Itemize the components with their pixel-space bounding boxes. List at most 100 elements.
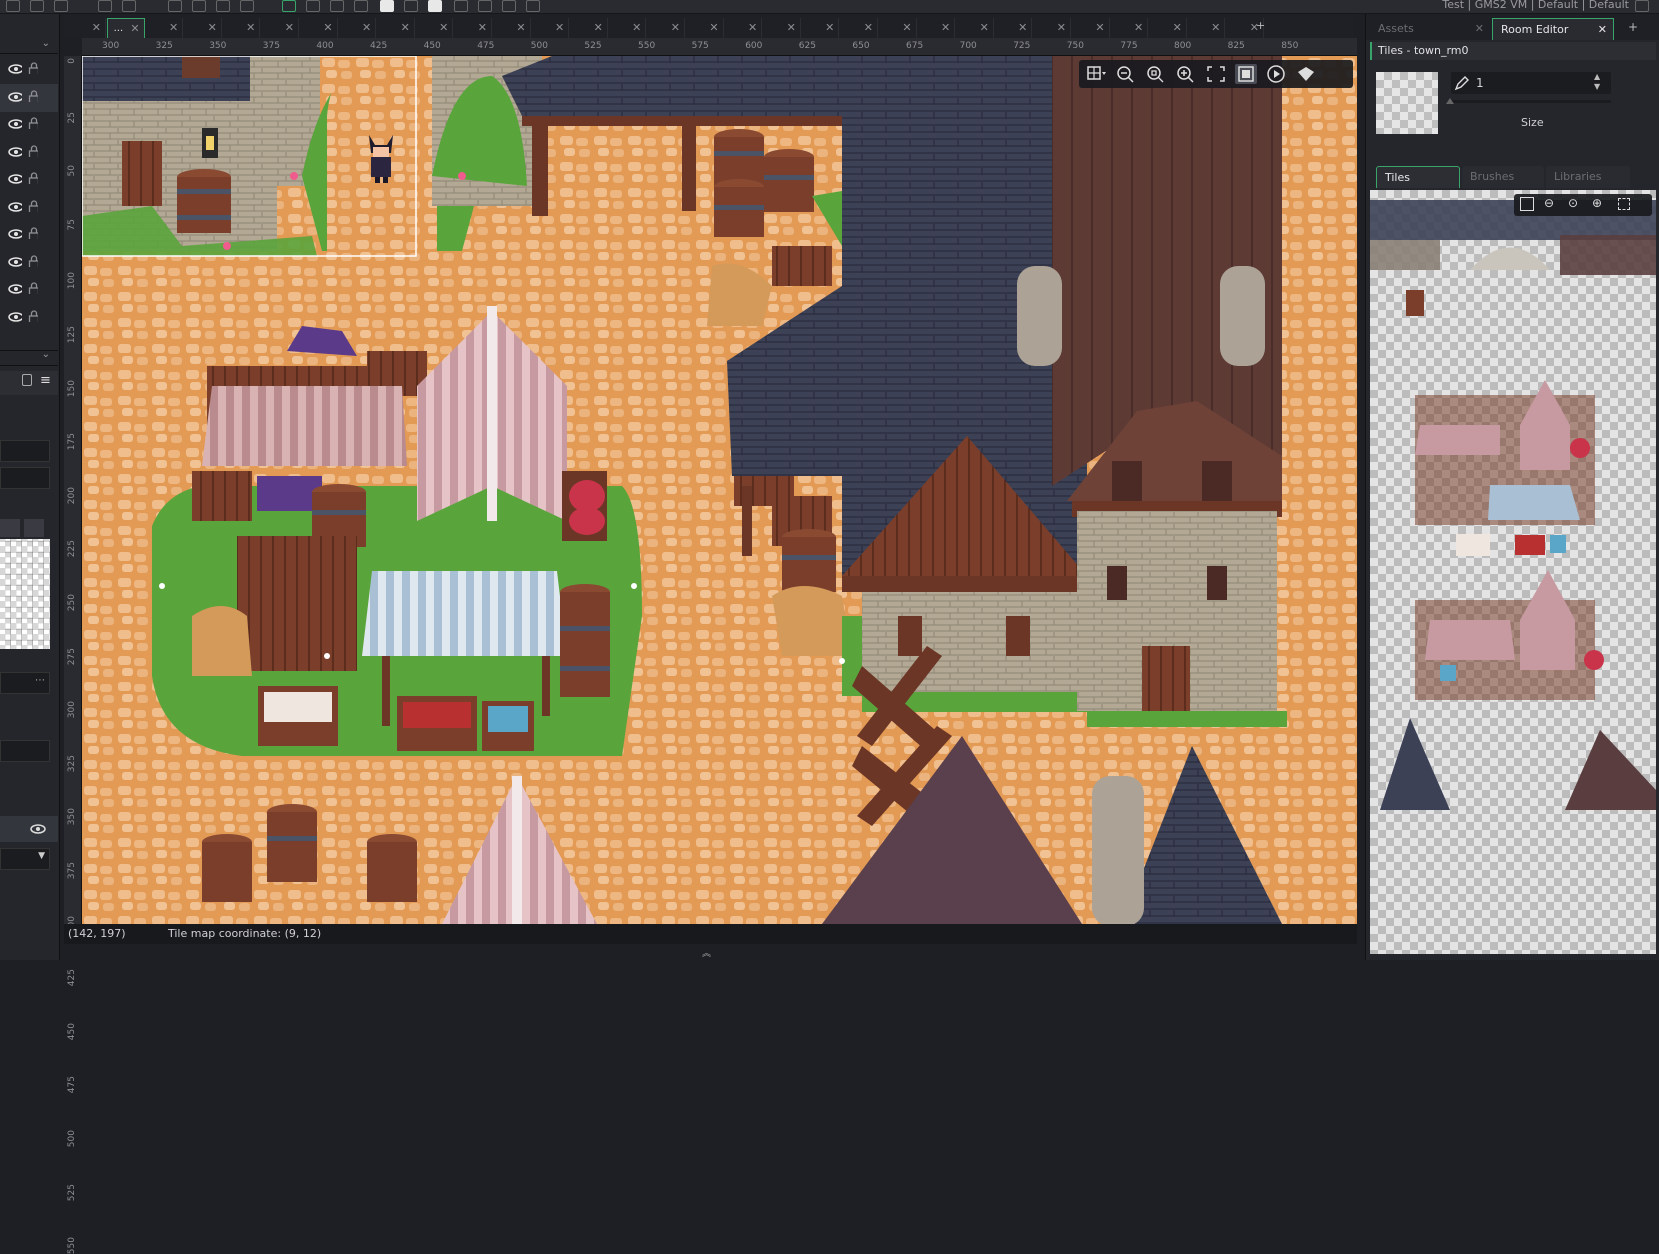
zoom-in-icon[interactable] (0, 519, 20, 537)
chevron-down-icon[interactable]: ⌄ (42, 38, 50, 49)
lock-icon[interactable] (28, 199, 38, 212)
room-tab[interactable]: ✕ (608, 18, 647, 38)
room-canvas[interactable] (82, 56, 1357, 924)
lock-icon[interactable] (28, 62, 38, 74)
close-icon[interactable]: ✕ (1173, 18, 1182, 38)
room-tab-active[interactable]: ... ✕ (106, 18, 145, 39)
chevron-up-icon[interactable]: ︽ (702, 946, 711, 959)
more-icon[interactable]: ⋯ (35, 675, 45, 686)
room-tab[interactable]: ✕ (686, 18, 724, 38)
close-icon[interactable]: ✕ (439, 18, 448, 38)
fullscreen-icon[interactable] (1205, 64, 1227, 84)
lock-icon[interactable] (28, 172, 38, 184)
add-tab-button[interactable]: + (1628, 20, 1638, 34)
size-stepper[interactable]: ▲ ▼ (1594, 72, 1608, 94)
room-tab[interactable]: ✕ (647, 18, 685, 38)
zoom-reset-icon[interactable]: ⊙ (1568, 196, 1578, 210)
eye-icon[interactable] (8, 146, 22, 157)
close-icon[interactable]: ✕ (1598, 19, 1607, 41)
dropdown-field[interactable]: ▼ (0, 848, 50, 870)
toolbar-button[interactable] (54, 0, 68, 12)
room-tab[interactable]: ✕ (261, 18, 299, 38)
close-icon[interactable]: ✕ (285, 18, 294, 38)
close-icon[interactable]: ✕ (246, 18, 255, 38)
color-swatch-icon[interactable] (428, 0, 442, 12)
eye-icon[interactable] (8, 119, 22, 129)
room-tab[interactable]: ✕ (222, 18, 261, 38)
chevron-down-icon[interactable] (478, 0, 492, 12)
chevron-down-icon[interactable]: ▼ (38, 851, 45, 861)
fit-view-icon[interactable] (1235, 64, 1257, 84)
help-icon[interactable] (122, 0, 136, 12)
room-tab[interactable]: ✕ (454, 18, 492, 38)
room-tab[interactable]: ✕ (184, 18, 222, 38)
close-icon[interactable]: ✕ (130, 19, 139, 39)
close-icon[interactable]: ✕ (709, 18, 718, 38)
layer-row[interactable] (0, 83, 58, 112)
play-icon[interactable] (1265, 64, 1287, 84)
zoom-icon[interactable] (192, 0, 206, 12)
property-field[interactable]: ⋯ (0, 672, 50, 694)
close-icon[interactable]: ✕ (980, 18, 989, 38)
close-icon[interactable]: ✕ (594, 18, 603, 38)
zoom-out-icon[interactable] (1115, 64, 1137, 84)
close-icon[interactable]: ✕ (671, 18, 680, 38)
close-icon[interactable]: ✕ (323, 18, 332, 38)
tileset-picker[interactable]: ⊖ ⊙ ⊕ (1370, 190, 1656, 954)
pencil-tool-icon[interactable] (282, 0, 296, 12)
lock-icon[interactable] (28, 282, 38, 294)
select-tool-icon[interactable] (404, 0, 418, 12)
zoom-out-icon[interactable] (168, 0, 182, 12)
close-icon[interactable]: ✕ (941, 18, 950, 38)
layer-row[interactable] (0, 276, 58, 304)
layer-row[interactable] (0, 139, 58, 167)
layer-visibility-row[interactable] (0, 816, 58, 842)
room-tab[interactable]: ✕ (1033, 18, 1071, 38)
line-tool-icon[interactable] (354, 0, 368, 12)
user-icon[interactable] (1635, 0, 1649, 12)
room-tab[interactable]: ✕ (415, 18, 454, 38)
eye-icon[interactable] (8, 229, 22, 239)
room-tab[interactable]: ✕ (145, 18, 184, 38)
eye-icon[interactable] (8, 174, 22, 184)
eye-icon[interactable] (30, 824, 46, 834)
layer-row[interactable] (0, 111, 58, 139)
layer-name-field[interactable] (0, 440, 50, 462)
lock-icon[interactable] (28, 117, 38, 129)
bookmark-icon[interactable] (1295, 64, 1317, 84)
room-tab[interactable]: ✕ (570, 18, 608, 38)
eye-icon[interactable] (8, 284, 22, 294)
brush-size-input[interactable]: 1 (1451, 72, 1611, 94)
toolbar-button[interactable] (6, 0, 20, 12)
room-tab[interactable]: ✕ (724, 18, 763, 38)
eye-icon[interactable] (8, 201, 22, 212)
flip-icon[interactable] (454, 0, 468, 12)
toolbar-button[interactable] (30, 0, 44, 12)
close-icon[interactable]: ✕ (748, 18, 757, 38)
eye-icon[interactable] (8, 91, 22, 102)
layer-depth-field[interactable] (0, 467, 50, 489)
camera-icon[interactable] (240, 0, 254, 12)
tab-room-editor[interactable]: Room Editor ✕ (1492, 18, 1614, 40)
close-icon[interactable]: ✕ (1095, 18, 1104, 38)
room-tab[interactable]: ✕ (1149, 18, 1187, 38)
lock-icon[interactable] (28, 309, 38, 322)
zoom-out-icon[interactable]: ⊖ (1544, 196, 1554, 210)
room-tab[interactable]: ✕ (840, 18, 878, 38)
tab-brushes[interactable]: Brushes (1462, 166, 1544, 188)
room-tab[interactable]: ✕ (763, 18, 801, 38)
room-tab[interactable]: ✕ (68, 18, 106, 38)
close-icon[interactable]: ✕ (555, 18, 564, 38)
room-tab[interactable]: ✕ (377, 18, 415, 38)
close-icon[interactable]: ✕ (208, 18, 217, 38)
layer-row[interactable] (0, 249, 58, 277)
room-tab[interactable]: ✕ (1072, 18, 1110, 38)
close-icon[interactable]: ✕ (478, 18, 487, 38)
layer-row[interactable] (0, 56, 58, 84)
close-icon[interactable]: ✕ (1057, 18, 1066, 38)
tab-libraries[interactable]: Libraries (1546, 166, 1630, 188)
fill-tool-icon[interactable] (330, 0, 344, 12)
target-config-text[interactable]: Test | GMS2 VM | Default | Default (1442, 0, 1629, 11)
room-tab[interactable]: ✕ (1110, 18, 1149, 38)
room-tab[interactable]: ✕ (338, 18, 377, 38)
